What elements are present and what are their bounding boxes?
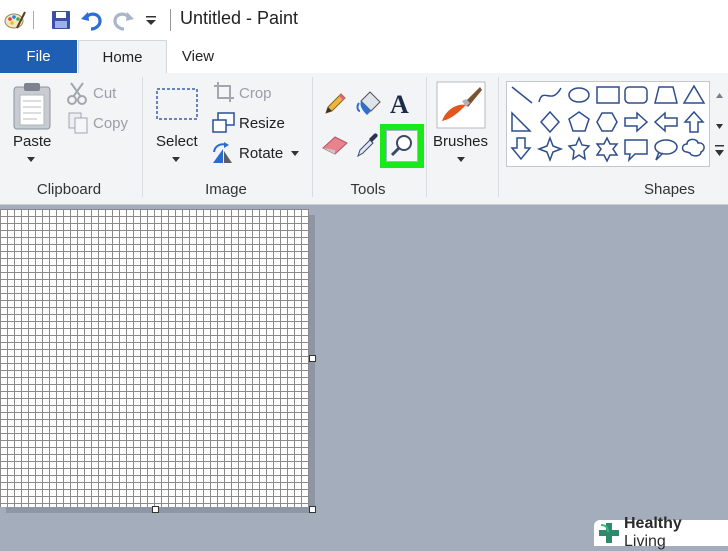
paste-dropdown-caret[interactable] <box>27 157 35 162</box>
healthy-living-logo-icon <box>598 523 619 543</box>
select-icon[interactable] <box>155 87 199 126</box>
magnifier-button[interactable] <box>386 130 418 162</box>
title-separator <box>170 9 171 31</box>
healthy-living-watermark: Healthy Living <box>594 515 728 550</box>
paint-app-icon[interactable] <box>2 7 28 33</box>
shapes-gallery-icons <box>510 84 706 163</box>
triangle-shape-icon[interactable] <box>682 84 706 104</box>
title-separator <box>33 11 34 29</box>
redo-icon[interactable] <box>110 7 136 33</box>
rotate-button[interactable]: Rotate <box>239 145 283 162</box>
cut-icon[interactable] <box>66 81 88 110</box>
group-divider <box>312 77 313 197</box>
six-point-star-shape-icon[interactable] <box>595 136 619 163</box>
fill-bucket-icon[interactable] <box>355 89 383 122</box>
cloud-callout-shape-icon[interactable] <box>681 138 705 157</box>
copy-icon[interactable] <box>67 111 89 140</box>
left-arrow-shape-icon[interactable] <box>653 111 678 133</box>
magnifier-highlight <box>380 124 424 168</box>
magnifier-icon <box>390 135 412 157</box>
line-shape-icon[interactable] <box>511 86 533 104</box>
pencil-icon[interactable] <box>322 91 348 122</box>
canvas-resize-handle-bottom[interactable] <box>152 506 159 513</box>
five-point-star-shape-icon[interactable] <box>567 136 591 161</box>
drawing-canvas[interactable] <box>0 209 309 507</box>
undo-icon[interactable] <box>79 7 105 33</box>
select-button[interactable]: Select <box>156 133 198 150</box>
ribbon-tabs: File Home View <box>0 40 728 74</box>
rounded-callout-shape-icon[interactable] <box>624 139 648 163</box>
rounded-rectangle-shape-icon[interactable] <box>624 86 648 104</box>
brushes-dropdown-caret[interactable] <box>457 157 465 162</box>
canvas-resize-handle-right[interactable] <box>309 355 316 362</box>
rotate-icon[interactable] <box>210 141 236 170</box>
tools-group-label: Tools <box>350 181 386 198</box>
curve-shape-icon[interactable] <box>538 87 562 103</box>
shapes-more-icon[interactable] <box>715 145 724 147</box>
image-group-label: Image <box>205 181 247 198</box>
tab-home[interactable]: Home <box>78 40 167 74</box>
window-title: Untitled - Paint <box>180 8 299 28</box>
title-bar: Untitled - Paint <box>0 0 728 40</box>
hexagon-shape-icon[interactable] <box>596 112 618 132</box>
crop-button[interactable]: Crop <box>239 85 272 102</box>
resize-icon[interactable] <box>212 112 236 139</box>
tab-file[interactable]: File <box>0 40 77 73</box>
oval-shape-icon[interactable] <box>568 87 590 103</box>
pentagon-shape-icon[interactable] <box>568 111 590 132</box>
resize-button[interactable]: Resize <box>239 115 285 132</box>
tab-view[interactable]: View <box>167 40 229 73</box>
shapes-gallery <box>506 81 710 167</box>
rotate-dropdown-caret[interactable] <box>291 151 299 156</box>
four-point-star-shape-icon[interactable] <box>536 135 564 163</box>
shapes-scroll-up-icon[interactable] <box>716 93 723 98</box>
canvas-resize-handle-corner[interactable] <box>309 506 316 513</box>
shapes-group-label: Shapes <box>644 181 695 198</box>
select-dropdown-caret[interactable] <box>172 157 180 162</box>
shapes-scrollbar[interactable] <box>711 81 728 167</box>
customize-toolbar-icon[interactable] <box>138 7 164 33</box>
rectangle-shape-icon[interactable] <box>596 86 620 104</box>
cut-button[interactable]: Cut <box>93 85 116 102</box>
oval-callout-shape-icon[interactable] <box>654 139 678 161</box>
group-divider <box>142 77 143 197</box>
brushes-icon[interactable] <box>436 81 486 134</box>
paste-icon[interactable] <box>12 81 52 136</box>
svg-text:A: A <box>390 90 409 117</box>
save-icon[interactable] <box>48 7 74 33</box>
group-divider <box>498 77 499 197</box>
right-triangle-shape-icon[interactable] <box>511 111 532 132</box>
right-arrow-shape-icon[interactable] <box>624 111 649 133</box>
shapes-scroll-down-icon[interactable] <box>716 124 723 129</box>
clipboard-group-label: Clipboard <box>36 181 102 198</box>
copy-button[interactable]: Copy <box>93 115 128 132</box>
brushes-button[interactable]: Brushes <box>433 133 488 150</box>
group-divider <box>426 77 427 197</box>
color-picker-icon[interactable] <box>354 131 380 164</box>
text-tool-icon[interactable]: A <box>388 89 414 122</box>
up-arrow-shape-icon[interactable] <box>683 110 705 133</box>
polygon-shape-icon[interactable] <box>654 86 678 104</box>
eraser-icon[interactable] <box>320 133 350 162</box>
crop-icon[interactable] <box>213 81 235 108</box>
paste-button[interactable]: Paste <box>13 133 51 150</box>
diamond-shape-icon[interactable] <box>539 110 561 134</box>
down-arrow-shape-icon[interactable] <box>510 137 532 161</box>
